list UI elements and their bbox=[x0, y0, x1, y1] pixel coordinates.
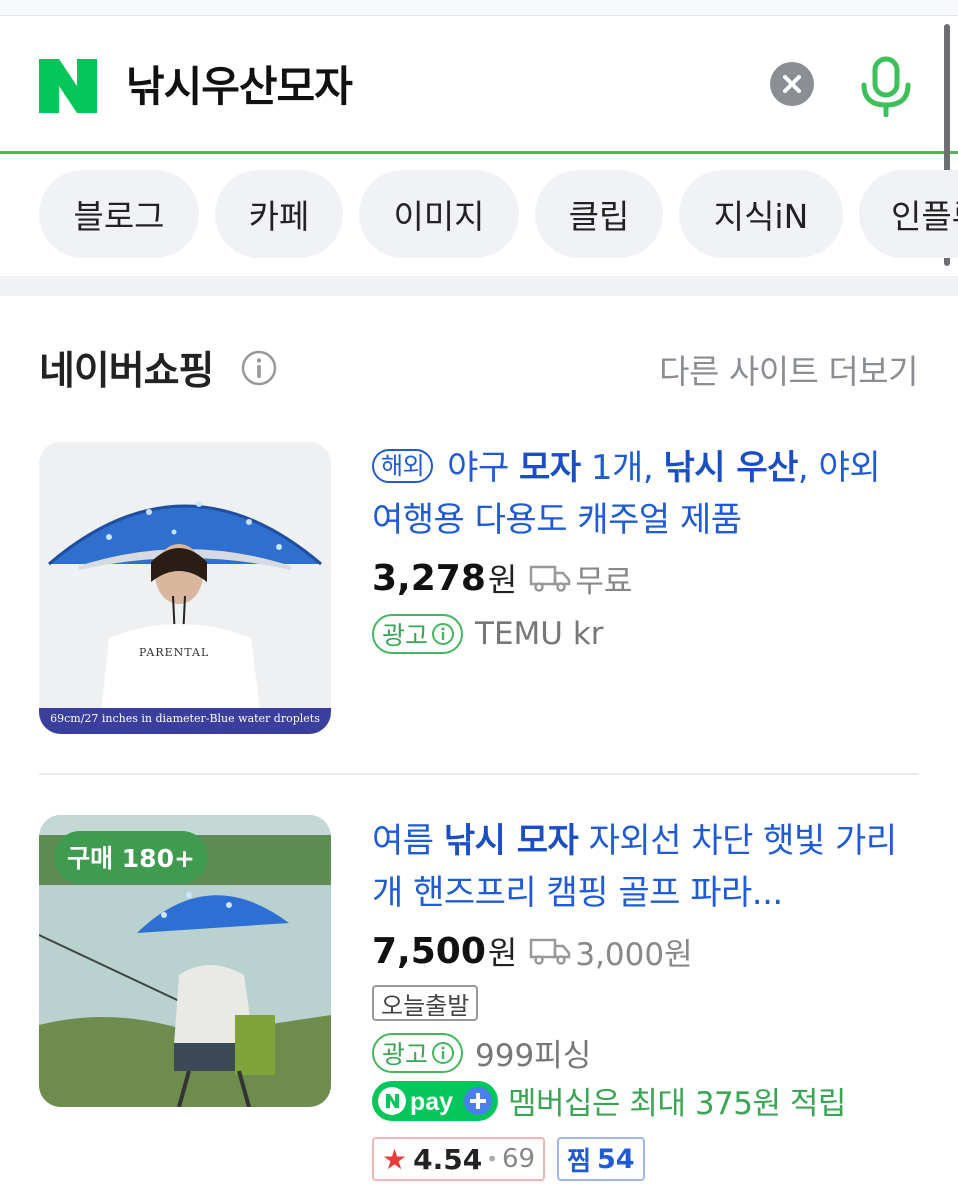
tab-cafe[interactable]: 카페 bbox=[215, 170, 343, 258]
wishlist-badge[interactable]: 찜 54 bbox=[557, 1137, 645, 1181]
ad-row: 광고 999피싱 bbox=[372, 1030, 591, 1075]
tab-kin[interactable]: 지식iN bbox=[679, 170, 843, 258]
price-row: 7,500 원 3,000원 bbox=[372, 928, 693, 974]
title-text: 1개, bbox=[580, 448, 664, 488]
tab-blog[interactable]: 블로그 bbox=[39, 170, 199, 258]
tab-images[interactable]: 이미지 bbox=[359, 170, 519, 258]
npay-row: pay 멤버십은 최대 375원 적립 bbox=[372, 1078, 846, 1123]
info-icon bbox=[432, 1041, 455, 1064]
shipping-fee: 3,000원 bbox=[575, 936, 693, 973]
same-day-shipping-badge: 오늘출발 bbox=[372, 985, 479, 1021]
more-sites-link[interactable]: 다른 사이트 더보기 bbox=[659, 345, 918, 393]
close-icon bbox=[783, 75, 801, 93]
price-row: 3,278 원 무료 bbox=[372, 555, 632, 601]
ad-label: 광고 bbox=[382, 1039, 429, 1069]
product-title-link[interactable]: 해외 야구 모자 1개, 낚시 우산, 야외 여행용 다용도 캐주얼 제품 bbox=[372, 442, 912, 546]
tab-clip[interactable]: 클립 bbox=[535, 170, 663, 258]
price: 7,500 bbox=[372, 930, 486, 972]
product-divider bbox=[39, 773, 919, 775]
info-icon bbox=[432, 623, 455, 645]
wishlist-label: 찜 bbox=[567, 1146, 592, 1177]
shipping-info: 3,000원 bbox=[529, 929, 693, 974]
currency: 원 bbox=[487, 561, 518, 599]
browser-top-strip bbox=[0, 0, 958, 16]
purchase-count-badge: 구매 180+ bbox=[54, 831, 208, 883]
microphone-icon[interactable] bbox=[858, 55, 914, 117]
rating-value: 4.54 bbox=[413, 1142, 483, 1176]
info-icon[interactable] bbox=[240, 349, 278, 387]
svg-text:pay: pay bbox=[410, 1088, 453, 1116]
title-highlight: 모자 bbox=[519, 448, 581, 488]
title-text: 여름 bbox=[372, 821, 444, 861]
image-caption: 69cm/27 inches in diameter-Blue water dr… bbox=[50, 712, 320, 725]
membership-reward-text: 멤버십은 최대 375원 적립 bbox=[508, 1086, 846, 1122]
search-category-tabs: 블로그 카페 이미지 클립 지식iN 인플루 bbox=[0, 170, 958, 260]
ad-row: 광고 TEMU kr bbox=[372, 614, 604, 654]
truck-icon bbox=[530, 938, 571, 965]
shipping-fee: 무료 bbox=[575, 563, 633, 600]
rating-badge[interactable]: ★ 4.54 • 69 bbox=[372, 1137, 546, 1181]
shirt-print: PARENTAL bbox=[139, 646, 210, 659]
naver-logo-icon[interactable] bbox=[39, 59, 97, 113]
separator-dot: • bbox=[486, 1147, 498, 1171]
overseas-badge: 해외 bbox=[372, 449, 434, 483]
npay-plus-icon: pay bbox=[372, 1080, 498, 1121]
rating-row: ★ 4.54 • 69 찜 54 bbox=[372, 1137, 645, 1181]
truck-icon bbox=[530, 565, 571, 592]
product-image[interactable]: PARENTAL 69cm/27 inches in diameter-Blue… bbox=[39, 442, 331, 734]
umbrella-hat-photo bbox=[39, 442, 331, 734]
shipping-info: 무료 bbox=[529, 556, 632, 601]
search-bar: 낚시우산모자 bbox=[0, 17, 958, 154]
star-icon: ★ bbox=[382, 1142, 408, 1176]
review-count: 69 bbox=[502, 1144, 536, 1174]
seller-name[interactable]: TEMU kr bbox=[475, 616, 604, 652]
price: 3,278 bbox=[372, 557, 486, 599]
ad-label: 광고 bbox=[382, 621, 429, 650]
ad-badge[interactable]: 광고 bbox=[372, 614, 464, 654]
title-highlight: 낚시 모자 bbox=[443, 821, 579, 861]
tab-influencer[interactable]: 인플루 bbox=[859, 170, 958, 258]
product-title-link[interactable]: 여름 낚시 모자 자외선 차단 햇빛 가리개 핸즈프리 캠핑 골프 파라... bbox=[372, 815, 912, 919]
currency: 원 bbox=[487, 934, 518, 972]
title-text: 야구 bbox=[447, 448, 520, 488]
section-divider bbox=[0, 276, 958, 296]
clear-search-button[interactable] bbox=[770, 62, 814, 106]
seller-name[interactable]: 999피싱 bbox=[475, 1030, 591, 1075]
section-title: 네이버쇼핑 bbox=[39, 349, 214, 394]
wishlist-count: 54 bbox=[597, 1143, 635, 1175]
title-highlight: 낚시 우산 bbox=[663, 448, 798, 488]
ad-badge[interactable]: 광고 bbox=[372, 1032, 464, 1073]
search-input[interactable]: 낚시우산모자 bbox=[126, 61, 353, 113]
